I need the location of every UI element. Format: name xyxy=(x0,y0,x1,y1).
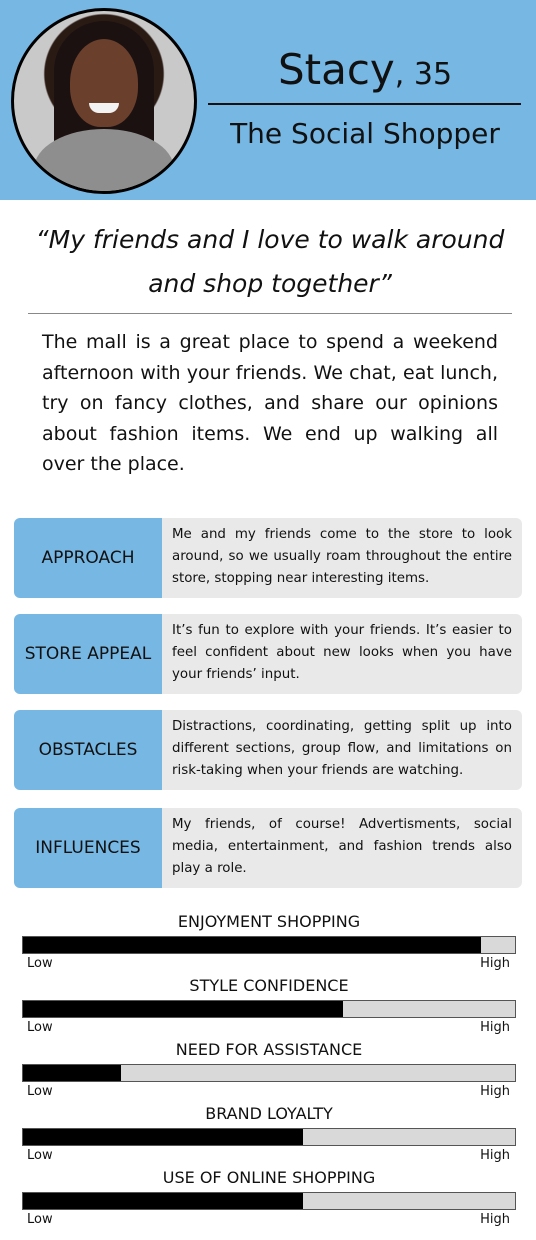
meter-fill xyxy=(23,1001,343,1017)
card-influences: INFLUENCES My friends, of course! Advert… xyxy=(14,808,522,888)
card-text: Me and my friends come to the store to l… xyxy=(162,518,522,598)
meter-use-of-online-shopping: USE OF ONLINE SHOPPING Low High xyxy=(22,1168,516,1232)
meter-high-label: High xyxy=(480,956,510,971)
meter-low-label: Low xyxy=(27,1084,53,1099)
meter-track xyxy=(22,1128,516,1146)
persona-name-line: Stacy, 35 xyxy=(210,40,520,105)
quote-divider xyxy=(28,313,512,314)
meter-title: NEED FOR ASSISTANCE xyxy=(175,1040,363,1059)
card-text: My friends, of course! Advertisments, so… xyxy=(162,808,522,888)
meter-low-label: Low xyxy=(27,1020,53,1035)
meter-fill xyxy=(23,1065,122,1081)
meter-track xyxy=(22,1064,516,1082)
meter-title: USE OF ONLINE SHOPPING xyxy=(162,1168,376,1187)
header-divider xyxy=(208,103,521,105)
persona-title: The Social Shopper xyxy=(230,117,500,150)
card-text: Distractions, coordinating, getting spli… xyxy=(162,710,522,790)
meter-fill xyxy=(23,937,481,953)
card-store-appeal: STORE APPEAL It’s fun to explore with yo… xyxy=(14,614,522,694)
meter-title: STYLE CONFIDENCE xyxy=(189,976,349,995)
persona-quote: “My friends and I love to walk around an… xyxy=(35,225,505,298)
meter-high-label: High xyxy=(480,1148,510,1163)
meter-track xyxy=(22,936,516,954)
meter-title: BRAND LOYALTY xyxy=(205,1104,333,1123)
meter-low-label: Low xyxy=(27,1148,53,1163)
meter-fill xyxy=(23,1129,304,1145)
meter-need-for-assistance: NEED FOR ASSISTANCE Low High xyxy=(22,1040,516,1104)
avatar-face xyxy=(70,39,138,127)
persona-age: , 35 xyxy=(394,57,453,92)
meter-high-label: High xyxy=(480,1020,510,1035)
meter-high-label: High xyxy=(480,1084,510,1099)
persona-header: Stacy, 35 The Social Shopper xyxy=(0,0,536,200)
card-label: INFLUENCES xyxy=(14,808,162,888)
card-approach: APPROACH Me and my friends come to the s… xyxy=(14,518,522,598)
meter-style-confidence: STYLE CONFIDENCE Low High xyxy=(22,976,516,1040)
card-label: APPROACH xyxy=(14,518,162,598)
card-label: OBSTACLES xyxy=(14,710,162,790)
meter-track xyxy=(22,1000,516,1018)
persona-name: Stacy xyxy=(277,45,395,94)
meter-low-label: Low xyxy=(27,1212,53,1227)
card-obstacles: OBSTACLES Distractions, coordinating, ge… xyxy=(14,710,522,790)
meter-low-label: Low xyxy=(27,956,53,971)
avatar xyxy=(11,8,197,194)
meter-fill xyxy=(23,1193,304,1209)
meter-brand-loyalty: BRAND LOYALTY Low High xyxy=(22,1104,516,1168)
meter-track xyxy=(22,1192,516,1210)
card-label: STORE APPEAL xyxy=(14,614,162,694)
meter-title: ENJOYMENT SHOPPING xyxy=(177,912,361,931)
meter-high-label: High xyxy=(480,1212,510,1227)
card-text: It’s fun to explore with your friends. I… xyxy=(162,614,522,694)
persona-bio: The mall is a great place to spend a wee… xyxy=(42,331,498,475)
meter-enjoyment-shopping: ENJOYMENT SHOPPING Low High xyxy=(22,912,516,976)
